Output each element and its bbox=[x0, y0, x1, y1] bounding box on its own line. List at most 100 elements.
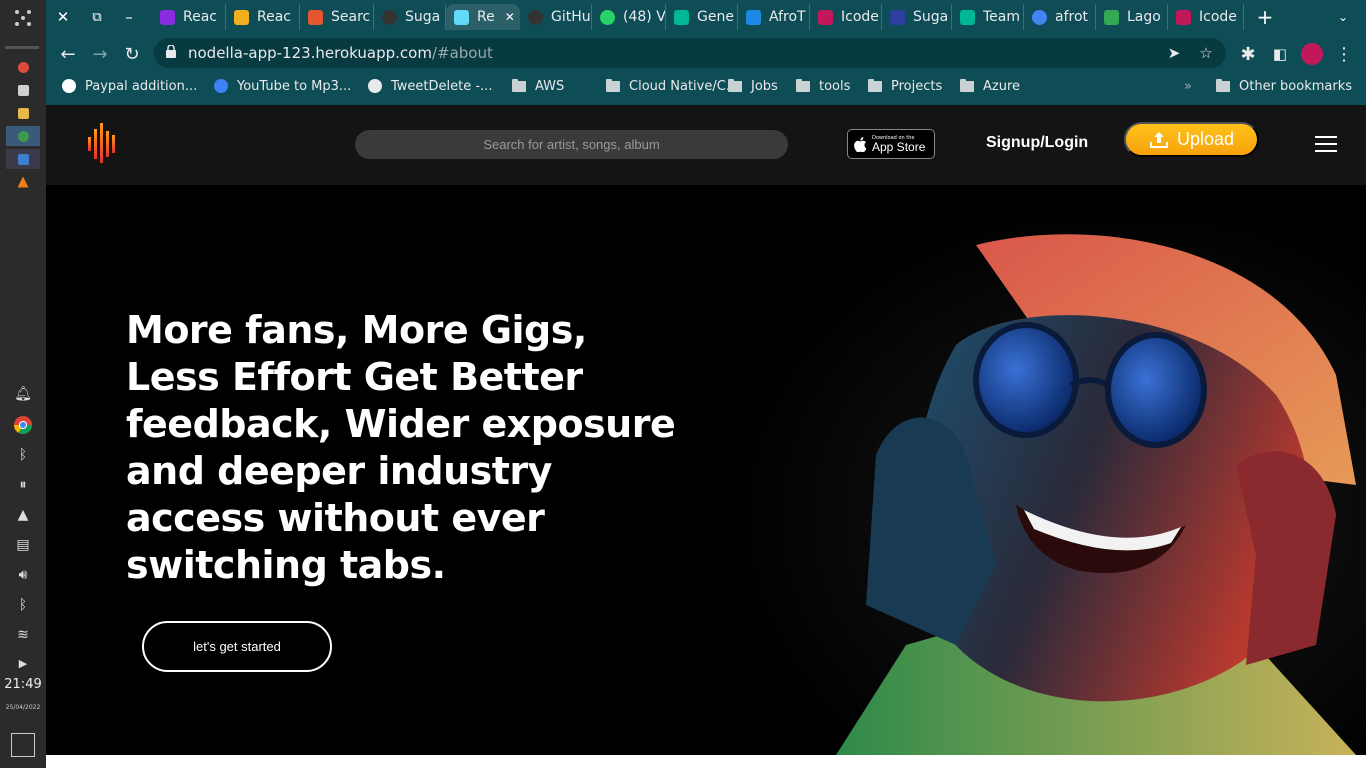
whatsapp-icon bbox=[600, 9, 615, 25]
clipboard-icon[interactable]: ▤ bbox=[0, 534, 46, 556]
start-menu-icon[interactable] bbox=[6, 8, 40, 28]
web-page: Download on theApp Store Signup/Login Up… bbox=[46, 105, 1366, 755]
tab[interactable]: Team bbox=[952, 4, 1024, 30]
tab[interactable]: Suga bbox=[374, 4, 446, 30]
bookmark-star-icon[interactable]: ☆ bbox=[1196, 43, 1216, 63]
tab-label: afrot bbox=[1055, 9, 1089, 25]
close-window-icon[interactable]: ✕ bbox=[52, 6, 74, 28]
forward-icon[interactable]: → bbox=[86, 40, 114, 68]
bookmark-item[interactable]: AWS bbox=[512, 76, 564, 96]
bell-icon[interactable]: 🔔︎ bbox=[0, 383, 46, 405]
tab-label: Lago bbox=[1127, 9, 1161, 25]
tab-label: Team bbox=[983, 9, 1021, 25]
other-bookmarks-label: Other bookmarks bbox=[1239, 78, 1353, 94]
info-icon bbox=[214, 79, 228, 93]
bookmark-item[interactable]: tools bbox=[796, 76, 850, 96]
vlc-icon[interactable] bbox=[6, 172, 40, 192]
tab[interactable]: afrot bbox=[1024, 4, 1096, 30]
browser-menu-icon[interactable]: ⋮ bbox=[1330, 40, 1358, 68]
side-panel-icon[interactable]: ◧ bbox=[1266, 40, 1294, 68]
minimize-window-icon[interactable]: – bbox=[118, 6, 140, 28]
folder-icon bbox=[868, 78, 882, 92]
show-desktop-button[interactable] bbox=[11, 733, 35, 757]
profile-avatar[interactable] bbox=[1298, 40, 1326, 68]
bookmark-item[interactable]: YouTube to Mp3... bbox=[214, 76, 351, 96]
tab-label: Reac bbox=[183, 9, 217, 25]
bookmark-label: Projects bbox=[891, 78, 943, 94]
more-bookmarks-button[interactable]: » bbox=[1184, 76, 1192, 96]
workspace-indicator bbox=[5, 46, 39, 49]
upload-icon bbox=[1149, 131, 1168, 148]
new-tab-button[interactable]: + bbox=[1254, 5, 1276, 29]
tab[interactable]: Icode bbox=[1168, 4, 1244, 30]
microsoft-icon bbox=[308, 9, 323, 25]
wifi-icon[interactable]: ≋ bbox=[0, 624, 46, 646]
extensions-icon[interactable]: ✱ bbox=[1234, 40, 1262, 68]
pause-icon[interactable]: ⏸︎ bbox=[0, 474, 46, 496]
clock-date: 25/04/2022 bbox=[5, 704, 41, 711]
other-bookmarks-folder[interactable]: Other bookmarks bbox=[1216, 76, 1352, 96]
clock-time[interactable]: 21:49 bbox=[0, 677, 46, 692]
app-store-badge[interactable]: Download on the App Store bbox=[847, 129, 935, 159]
bookmark-item[interactable]: Paypal addition... bbox=[62, 76, 197, 96]
tab[interactable]: Gene bbox=[666, 4, 738, 30]
github-icon bbox=[382, 9, 397, 25]
bookmark-item[interactable]: Projects bbox=[868, 76, 942, 96]
site-search-input[interactable] bbox=[355, 130, 788, 159]
app-indicator-icon[interactable] bbox=[6, 57, 40, 77]
notes-icon[interactable] bbox=[6, 103, 40, 123]
send-icon[interactable]: ➤ bbox=[1164, 43, 1184, 63]
hamburger-menu-icon[interactable] bbox=[1315, 136, 1337, 154]
address-bar[interactable]: nodella-app-123.herokuapp.com/#about ➤ ☆ bbox=[154, 38, 1226, 68]
signup-login-link[interactable]: Signup/Login bbox=[986, 134, 1088, 152]
paypal-icon bbox=[62, 79, 76, 93]
bookmark-item[interactable]: TweetDelete -... bbox=[368, 76, 492, 96]
hero-image-man-with-headphones bbox=[716, 225, 1366, 755]
apple-icon bbox=[854, 136, 867, 152]
tab-label: Gene bbox=[697, 9, 734, 25]
back-icon[interactable]: ← bbox=[54, 40, 82, 68]
files-icon[interactable] bbox=[6, 80, 40, 100]
tab[interactable]: AfroT bbox=[738, 4, 810, 30]
tab[interactable]: Searc bbox=[300, 4, 374, 30]
tab-search-icon[interactable]: ⌄ bbox=[1332, 6, 1354, 28]
tab[interactable]: Lago bbox=[1096, 4, 1168, 30]
get-started-button[interactable]: let's get started bbox=[142, 621, 332, 672]
tab[interactable]: GitHu bbox=[520, 4, 592, 30]
expand-icon[interactable]: ▶ bbox=[0, 652, 46, 674]
tab[interactable]: Icode bbox=[810, 4, 882, 30]
ibm-icon bbox=[890, 9, 905, 25]
site-header: Download on theApp Store Signup/Login Up… bbox=[46, 105, 1366, 185]
vscode-icon[interactable] bbox=[6, 149, 40, 169]
reload-icon[interactable]: ↻ bbox=[118, 40, 146, 68]
bluetooth-icon[interactable]: ᛒ bbox=[0, 594, 46, 616]
maps-icon bbox=[1104, 9, 1119, 25]
bookmark-label: Azure bbox=[983, 78, 1021, 94]
tab-label: AfroT bbox=[769, 9, 806, 25]
tab[interactable]: (48) V bbox=[592, 4, 666, 30]
tab[interactable]: Re ✕ bbox=[446, 4, 520, 30]
close-tab-icon[interactable]: ✕ bbox=[505, 10, 515, 24]
chrome-icon[interactable] bbox=[6, 126, 40, 146]
chrome-icon[interactable] bbox=[0, 414, 46, 436]
url-host: nodella-app-123.herokuapp.com bbox=[188, 44, 432, 62]
restore-window-icon[interactable]: ⧉ bbox=[86, 6, 108, 28]
vlc-icon[interactable]: ▲ bbox=[0, 504, 46, 526]
bluetooth-icon[interactable]: ᛒ bbox=[0, 444, 46, 466]
tab[interactable]: Reac bbox=[226, 4, 300, 30]
react-icon bbox=[160, 9, 175, 25]
bookmark-item[interactable]: Cloud Native/C... bbox=[606, 76, 738, 96]
hero-title: More fans, More Gigs, Less Effort Get Be… bbox=[126, 308, 676, 587]
tab-strip: ✕ ⧉ – Reac Reac Searc Suga Re ✕ GitHu (48) V Gen… bbox=[46, 0, 1366, 34]
volume-icon[interactable]: 🔊︎ bbox=[0, 564, 46, 586]
tab-label: Searc bbox=[331, 9, 371, 25]
site-logo[interactable] bbox=[88, 123, 120, 163]
bookmark-item[interactable]: Jobs bbox=[728, 76, 778, 96]
tab[interactable]: Reac bbox=[152, 4, 226, 30]
lock-icon[interactable] bbox=[166, 45, 176, 58]
upload-button[interactable]: Upload bbox=[1124, 122, 1259, 157]
bookmark-item[interactable]: Azure bbox=[960, 76, 1020, 96]
tab[interactable]: Suga bbox=[882, 4, 952, 30]
folder-icon bbox=[512, 78, 526, 92]
tab-label: Re bbox=[477, 9, 495, 25]
